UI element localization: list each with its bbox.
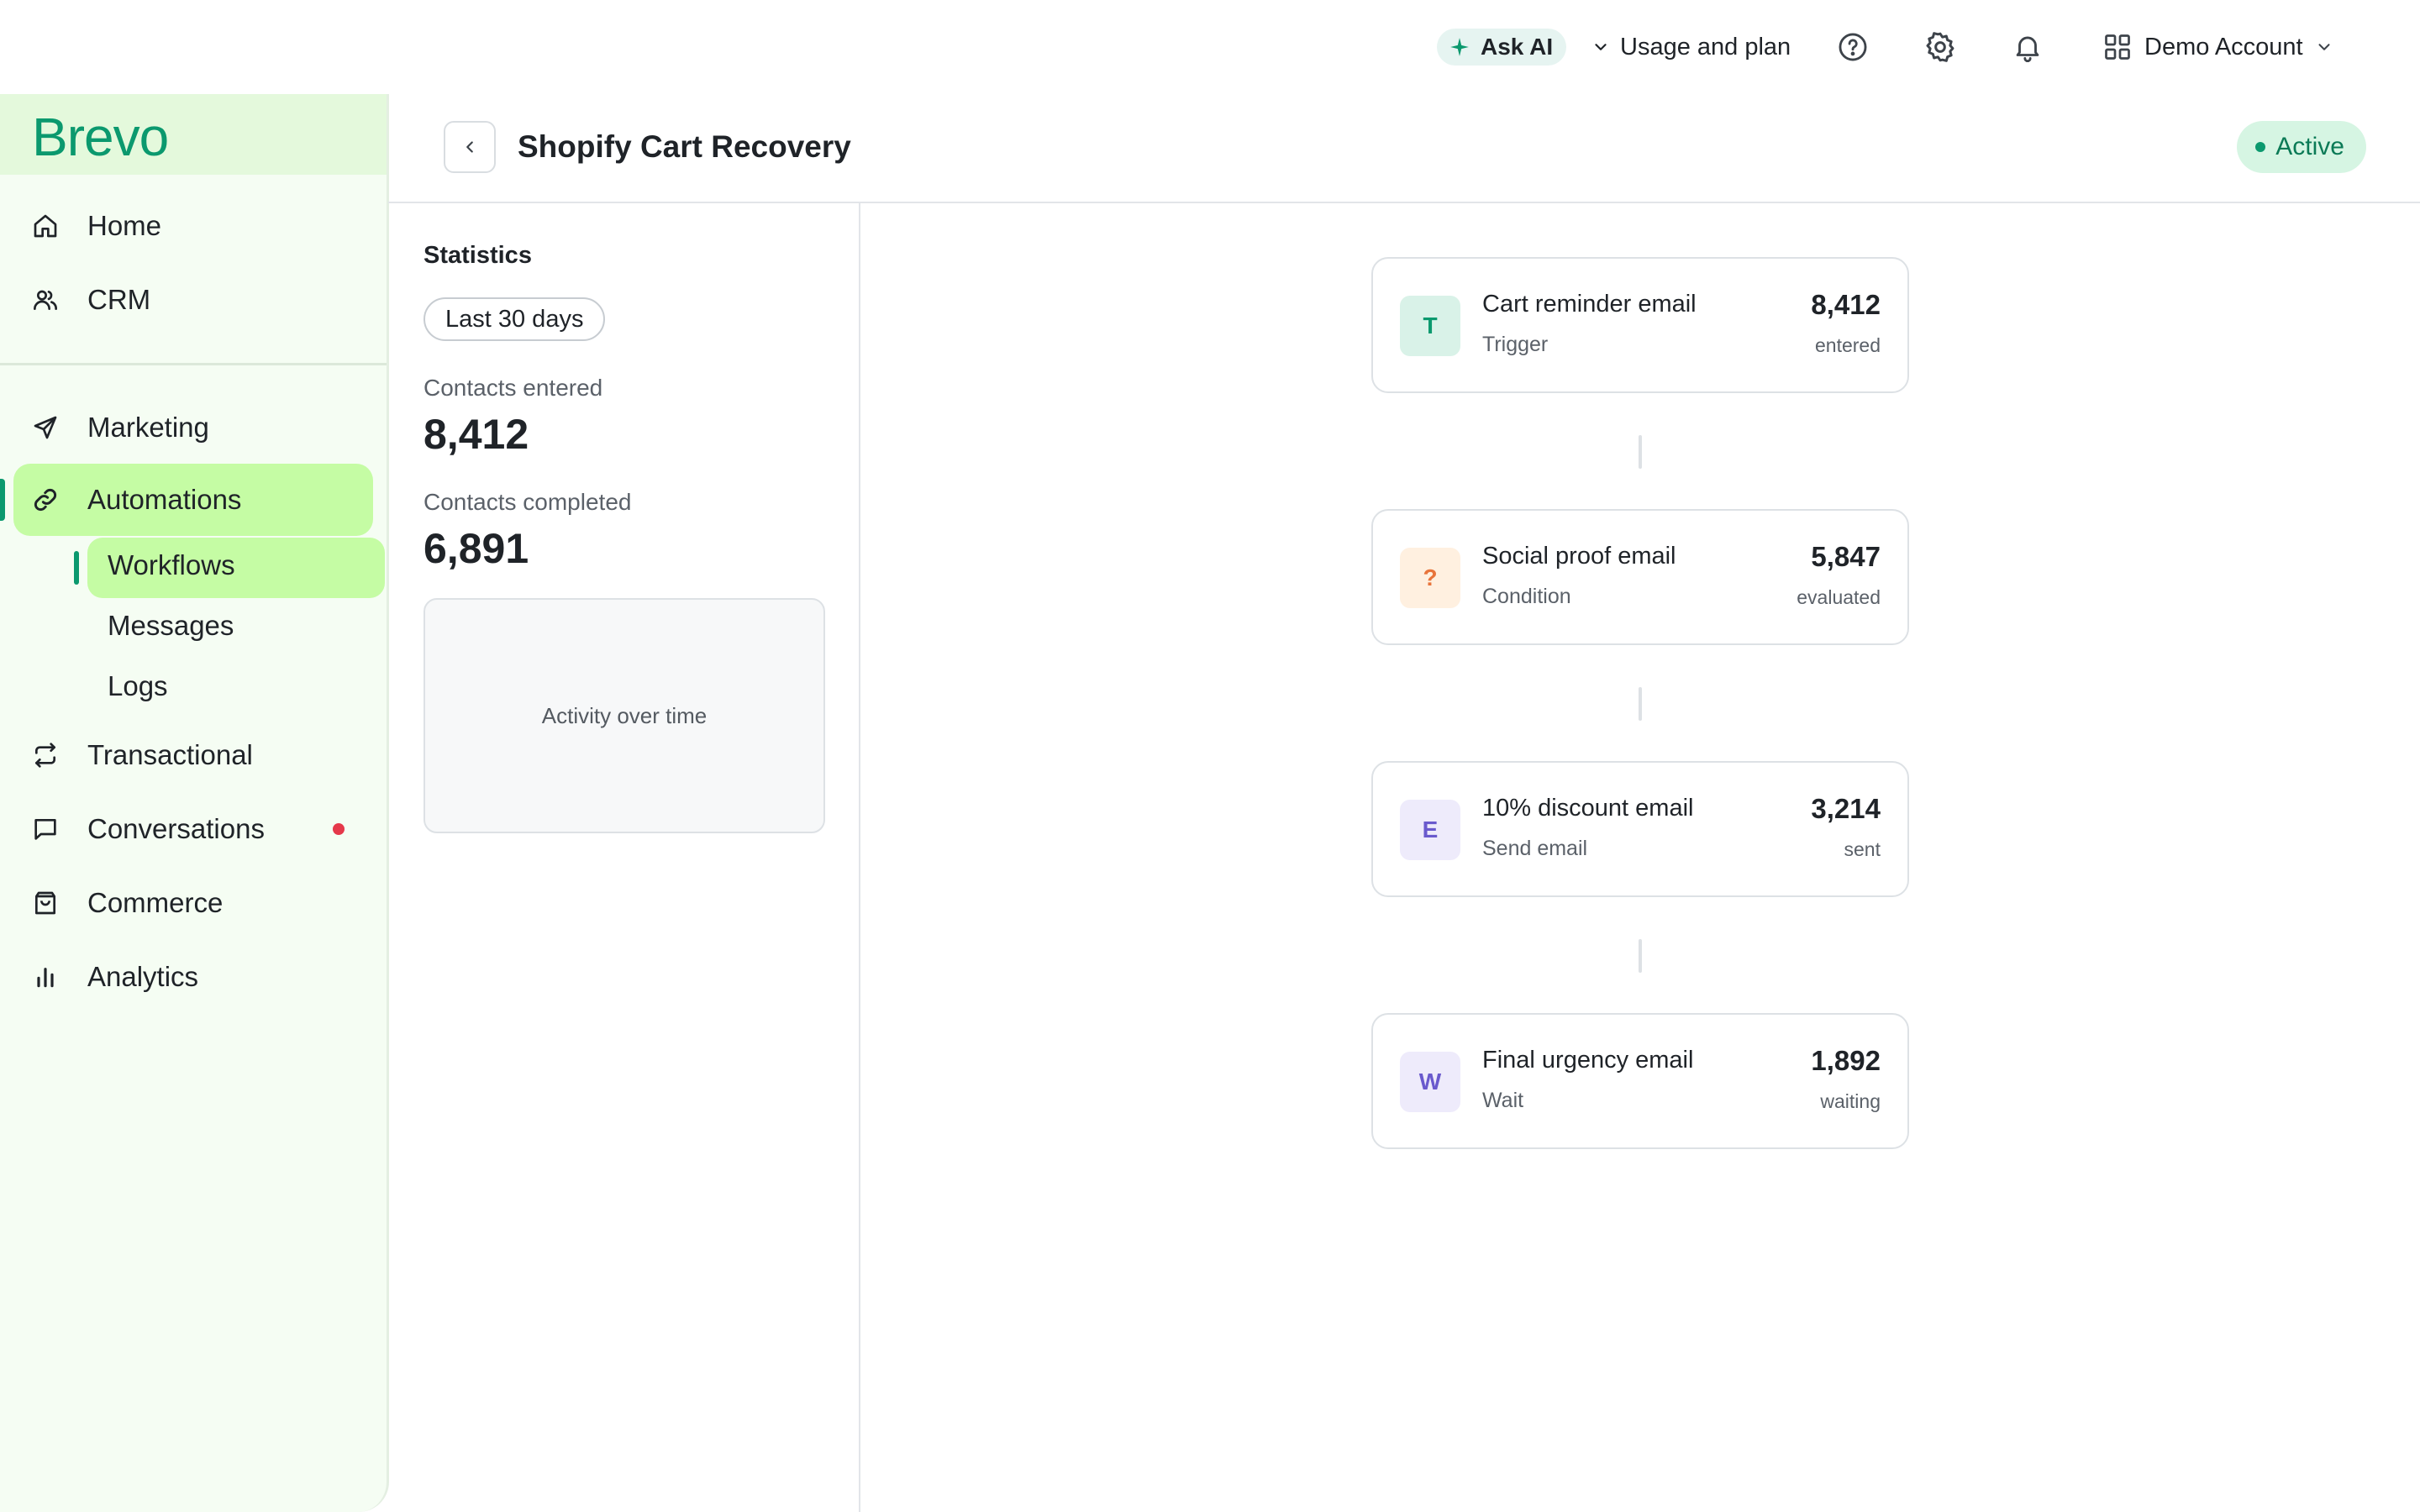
workflow-connector — [1639, 435, 1642, 469]
sidebar-item-automations[interactable]: Automations — [0, 469, 387, 531]
node-count: 5,847 — [1811, 541, 1881, 572]
workflow-node-wait[interactable]: W Final urgency email Wait 1,892 waiting — [1371, 1013, 1909, 1149]
sidebar-item-marketing[interactable]: Marketing — [0, 396, 387, 459]
workflow-node-trigger[interactable]: T Cart reminder email Trigger 8,412 ente… — [1371, 257, 1909, 393]
node-count: 3,214 — [1811, 793, 1881, 824]
node-count-unit: sent — [1844, 838, 1881, 860]
workflow-connector — [1639, 687, 1642, 721]
node-type-badge: ? — [1400, 548, 1460, 608]
contacts-completed-value: 6,891 — [424, 525, 529, 572]
node-name: Cart reminder email — [1482, 291, 1697, 318]
period-selector[interactable]: Last 30 days — [424, 297, 606, 341]
account-name: Demo Account — [2144, 33, 2303, 60]
usage-and-plan-button[interactable]: Usage and plan — [1591, 29, 1791, 66]
node-name: Final urgency email — [1482, 1047, 1694, 1074]
node-type-badge: W — [1400, 1052, 1460, 1112]
link-icon — [32, 486, 59, 513]
subnav-active-indicator — [74, 551, 79, 585]
ask-ai-button[interactable]: Ask AI — [1437, 29, 1567, 66]
node-type-badge: T — [1400, 296, 1460, 356]
ask-ai-label: Ask AI — [1481, 34, 1554, 60]
page-title: Shopify Cart Recovery — [518, 129, 851, 164]
back-button[interactable] — [444, 121, 496, 173]
statistics-title: Statistics — [424, 242, 532, 269]
node-type: Trigger — [1482, 333, 1549, 356]
node-name: 10% discount email — [1482, 795, 1694, 822]
activity-chart-placeholder: Activity over time — [424, 598, 825, 833]
notification-dot — [333, 823, 345, 835]
node-type: Wait — [1482, 1089, 1524, 1112]
node-name: Social proof email — [1482, 543, 1676, 570]
node-count-unit: evaluated — [1797, 586, 1881, 608]
help-icon[interactable] — [1833, 28, 1872, 66]
send-icon — [32, 414, 59, 441]
contacts-entered-value: 8,412 — [424, 411, 529, 458]
statistics-panel: Statistics Last 30 days Contacts entered… — [388, 203, 860, 1512]
node-count: 1,892 — [1811, 1045, 1881, 1076]
node-count: 8,412 — [1811, 289, 1881, 320]
home-icon — [32, 213, 59, 239]
sidebar-item-analytics[interactable]: Analytics — [0, 946, 387, 1008]
sidebar-item-conversations[interactable]: Conversations — [0, 798, 387, 860]
sidebar-item-label: Home — [87, 210, 162, 241]
subnav-item-workflows[interactable]: Workflows — [108, 549, 235, 581]
status-badge: Active — [2237, 121, 2366, 173]
logo-band: Brevo — [0, 94, 387, 175]
activity-label: Activity over time — [541, 702, 708, 728]
contacts-completed-label: Contacts completed — [424, 489, 632, 515]
node-type: Condition — [1482, 585, 1571, 608]
sidebar: Brevo Home CRM Marketing Automations Wor… — [0, 94, 389, 1512]
sidebar-item-home[interactable]: Home — [0, 195, 387, 257]
brevo-logo[interactable]: Brevo — [32, 106, 169, 168]
sidebar-item-transactional[interactable]: Transactional — [0, 724, 387, 786]
sidebar-item-label: Transactional — [87, 739, 253, 770]
sidebar-divider — [0, 363, 387, 365]
sidebar-item-commerce[interactable]: Commerce — [0, 872, 387, 934]
gear-icon[interactable] — [1921, 28, 1960, 66]
sidebar-item-label: Conversations — [87, 813, 265, 844]
sparkle-icon — [1449, 36, 1470, 58]
chevron-down-icon — [2315, 38, 2333, 56]
chevron-left-icon — [460, 138, 479, 156]
sidebar-item-label: CRM — [87, 284, 151, 315]
node-count-unit: waiting — [1820, 1090, 1881, 1112]
sidebar-item-crm[interactable]: CRM — [0, 269, 387, 331]
subnav-item-messages[interactable]: Messages — [108, 610, 234, 642]
account-menu[interactable]: Demo Account — [2102, 29, 2333, 66]
node-count-unit: entered — [1814, 334, 1881, 356]
sidebar-item-label: Marketing — [87, 412, 209, 443]
node-type-badge: E — [1400, 800, 1460, 860]
workflow-node-condition[interactable]: ? Social proof email Condition 5,847 eva… — [1371, 509, 1909, 645]
subnav-item-logs[interactable]: Logs — [108, 670, 168, 702]
workflow-node-send-email[interactable]: E 10% discount email Send email 3,214 se… — [1371, 761, 1909, 897]
chat-icon — [32, 816, 59, 843]
bar-chart-icon — [32, 963, 59, 990]
contacts-entered-label: Contacts entered — [424, 375, 603, 401]
status-label: Active — [2275, 133, 2344, 160]
node-type: Send email — [1482, 837, 1588, 860]
bag-icon — [32, 890, 59, 916]
usage-label: Usage and plan — [1620, 33, 1791, 60]
sidebar-item-label: Commerce — [87, 887, 224, 918]
page-header: Shopify Cart Recovery Active — [388, 94, 2420, 203]
users-icon — [32, 286, 59, 313]
chevron-down-icon — [1591, 38, 1610, 56]
repeat-icon — [32, 742, 59, 769]
sidebar-item-label: Automations — [87, 484, 242, 515]
workflow-connector — [1639, 939, 1642, 973]
bell-icon[interactable] — [2008, 28, 2047, 66]
top-bar: Ask AI Usage and plan Demo Account — [0, 0, 2420, 94]
grid-icon — [2102, 32, 2133, 62]
status-dot — [2255, 142, 2266, 152]
sidebar-item-label: Analytics — [87, 961, 199, 992]
